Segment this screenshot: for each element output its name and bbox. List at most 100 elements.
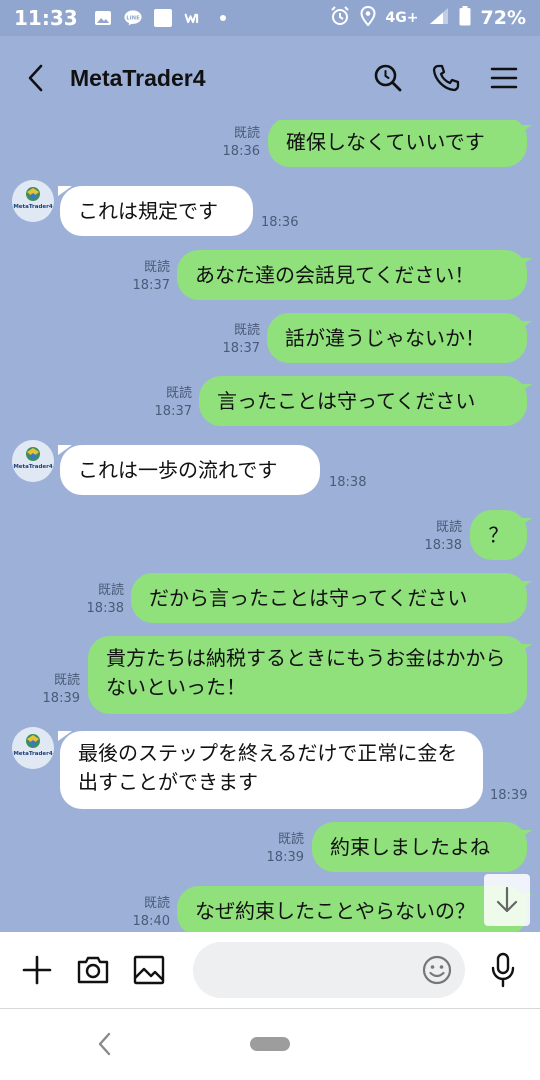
- message-incoming: MetaTrader4 最後のステップを終えるだけで正常に金を出すことができます…: [0, 723, 540, 813]
- signal-icon: [429, 6, 449, 30]
- message-input[interactable]: [193, 942, 466, 998]
- message-bubble[interactable]: 約束しましたよね: [312, 822, 527, 872]
- message-time: 18:39: [490, 788, 528, 803]
- image-button[interactable]: [130, 950, 169, 990]
- message-bubble[interactable]: これは規定です: [60, 186, 253, 236]
- read-receipt: 既読: [233, 126, 260, 141]
- emoji-button[interactable]: [421, 954, 453, 986]
- message-incoming: MetaTrader4 これは規定です 18:36: [0, 178, 540, 242]
- read-receipt: 既読: [435, 520, 462, 535]
- message-time: 18:37: [154, 404, 192, 419]
- message-outgoing: 既読 18:37 言ったことは守ってください: [0, 376, 540, 436]
- microphone-icon: [491, 952, 514, 988]
- app-notification-icon: [153, 9, 172, 27]
- read-receipt: 既読: [165, 386, 192, 401]
- camera-button[interactable]: [74, 950, 113, 990]
- read-receipt: 既読: [97, 583, 124, 598]
- message-time: 18:38: [424, 538, 462, 553]
- read-receipt: 既読: [143, 896, 170, 911]
- message-meta: 既読 18:38: [402, 519, 462, 555]
- bubble-tail: [518, 258, 532, 268]
- message-meta: 既読 18:39: [244, 831, 304, 867]
- add-button[interactable]: [18, 950, 57, 990]
- network-type: 4G+: [385, 10, 419, 26]
- message-bubble[interactable]: 話が違うじゃないか！: [267, 313, 527, 363]
- bubble-tail: [518, 518, 532, 528]
- bubble-tail: [58, 731, 72, 741]
- system-back-button[interactable]: [88, 1027, 122, 1061]
- message-bubble[interactable]: 言ったことは守ってください: [199, 376, 527, 426]
- metatrader-logo-icon: MetaTrader4: [12, 180, 54, 222]
- read-receipt: 既読: [233, 323, 260, 338]
- chevron-left-icon: [28, 64, 43, 92]
- avatar-label: MetaTrader4: [13, 464, 52, 470]
- message-bubble[interactable]: 確保しなくていいです: [268, 120, 527, 167]
- message-bubble[interactable]: 最後のステップを終えるだけで正常に金を出すことができます: [60, 731, 483, 809]
- system-home-button[interactable]: [250, 1037, 290, 1051]
- read-receipt: 既読: [53, 673, 80, 688]
- message-bubble[interactable]: だから言ったことは守ってください: [131, 573, 527, 623]
- location-icon: [360, 5, 376, 31]
- message-incoming: MetaTrader4 これは一歩の流れです 18:38: [0, 436, 540, 500]
- avatar[interactable]: MetaTrader4: [12, 440, 54, 482]
- message-bubble[interactable]: あなた達の会話見てください！: [177, 250, 527, 300]
- bubble-tail: [58, 186, 72, 196]
- bubble-tail: [518, 581, 532, 591]
- image-icon: [133, 955, 165, 985]
- bubble-tail: [518, 321, 532, 331]
- arrow-down-icon: [496, 886, 518, 913]
- avatar[interactable]: MetaTrader4: [12, 727, 54, 769]
- message-input-bar: [0, 932, 540, 1008]
- svg-text:LINE: LINE: [126, 15, 140, 21]
- call-button[interactable]: [424, 56, 468, 100]
- message-meta: 既読 18:38: [64, 582, 124, 618]
- menu-icon: [490, 67, 518, 89]
- message-meta: 既読 18:37: [200, 322, 260, 358]
- system-nav-bar: [0, 1008, 540, 1080]
- plus-icon: [23, 955, 52, 985]
- voice-button[interactable]: [483, 950, 522, 990]
- bubble-tail: [518, 644, 532, 654]
- message-outgoing: 既読 18:38 だから言ったことは守ってください: [0, 573, 540, 633]
- message-meta: 既読 18:36: [200, 125, 260, 161]
- bubble-tail: [58, 445, 72, 455]
- back-button[interactable]: [14, 56, 58, 100]
- message-outgoing: 既読 18:39 貴方たちは納税するときにもうお金はかからないといった！: [0, 636, 540, 716]
- read-receipt: 既読: [143, 260, 170, 275]
- avatar-label: MetaTrader4: [13, 751, 52, 757]
- message-outgoing: 既読 18:38 ？: [0, 510, 540, 570]
- message-time: 18:36: [261, 215, 299, 230]
- message-meta: 既読 18:39: [20, 672, 80, 708]
- chat-header: MetaTrader4: [0, 36, 540, 120]
- battery-percent: 72%: [480, 7, 526, 29]
- message-time: 18:39: [42, 691, 80, 706]
- message-meta: 既読 18:37: [110, 259, 170, 295]
- avatar[interactable]: MetaTrader4: [12, 180, 54, 222]
- chevron-left-icon: [98, 1032, 111, 1056]
- search-button[interactable]: [366, 56, 410, 100]
- message-meta: 既読 18:40: [110, 895, 170, 931]
- camera-icon: [77, 956, 109, 984]
- message-bubble[interactable]: 貴方たちは納税するときにもうお金はかからないといった！: [88, 636, 527, 714]
- scroll-to-bottom-button[interactable]: [484, 874, 530, 926]
- message-time: 18:38: [86, 601, 124, 616]
- menu-button[interactable]: [482, 56, 526, 100]
- chat-log[interactable]: 既読 18:36 確保しなくていいです MetaTrader4 これは規定です …: [0, 120, 540, 932]
- chat-title: MetaTrader4: [70, 64, 206, 91]
- message-time: 18:37: [222, 341, 260, 356]
- message-outgoing: 既読 18:40 なぜ約束したことやらないの？: [0, 886, 540, 932]
- bubble-tail: [518, 830, 532, 840]
- message-time: 18:37: [132, 278, 170, 293]
- message-time: 18:36: [222, 144, 260, 159]
- emoji-icon: [423, 955, 452, 985]
- message-bubble[interactable]: これは一歩の流れです: [60, 445, 320, 495]
- more-notifications-icon: [214, 9, 232, 27]
- metatrader-logo-icon: MetaTrader4: [12, 727, 54, 769]
- message-outgoing: 既読 18:37 話が違うじゃないか！: [0, 313, 540, 373]
- message-time: 18:38: [329, 475, 367, 490]
- search-icon: [374, 64, 402, 92]
- metatrader-logo-icon: MetaTrader4: [12, 440, 54, 482]
- message-outgoing: 既読 18:39 約束しましたよね: [0, 822, 540, 882]
- battery-icon: [459, 5, 471, 31]
- message-bubble[interactable]: なぜ約束したことやらないの？: [177, 886, 527, 932]
